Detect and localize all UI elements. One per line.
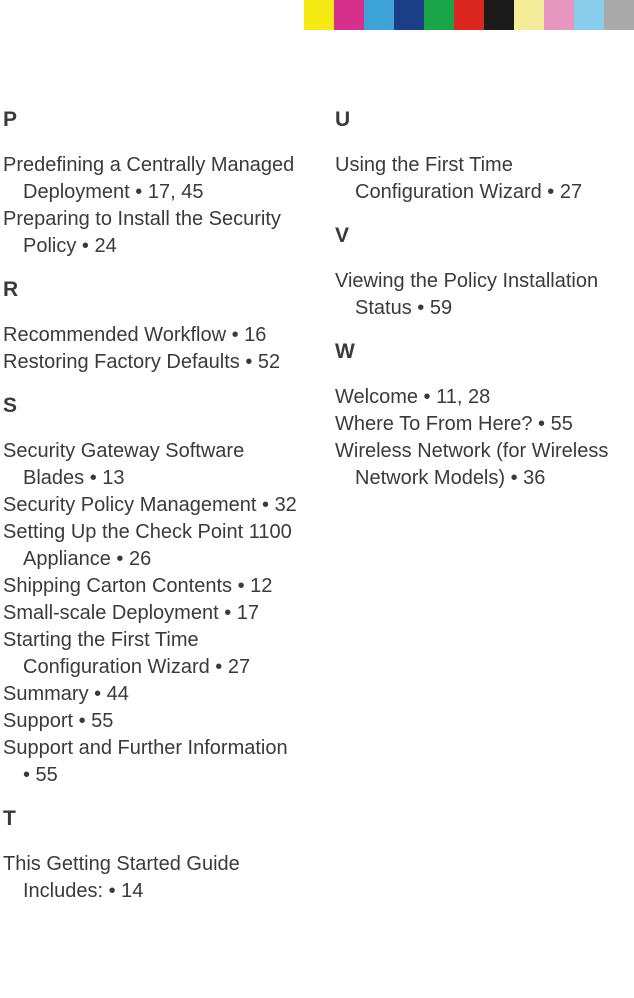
index-entry: Shipping Carton Contents • 12 bbox=[3, 573, 299, 600]
index-letter: T bbox=[3, 807, 299, 831]
index-entry: Welcome • 11, 28 bbox=[335, 384, 631, 411]
index-entry: Predefining a Centrally Managed Deployme… bbox=[3, 152, 299, 206]
index-letter: V bbox=[335, 224, 631, 248]
index-content: P Predefining a Centrally Managed Deploy… bbox=[3, 108, 631, 905]
index-column-left: P Predefining a Centrally Managed Deploy… bbox=[3, 108, 299, 905]
index-entry: This Getting Started Guide Includes: • 1… bbox=[3, 851, 299, 905]
index-entry: Security Policy Management • 32 bbox=[3, 492, 299, 519]
index-entry: Recommended Workflow • 16 bbox=[3, 322, 299, 349]
index-letter: P bbox=[3, 108, 299, 132]
color-registration-bar bbox=[304, 0, 634, 30]
index-entry: Restoring Factory Defaults • 52 bbox=[3, 349, 299, 376]
index-entry: Where To From Here? • 55 bbox=[335, 411, 631, 438]
index-entry: Wireless Network (for Wireless Network M… bbox=[335, 438, 631, 492]
index-entry: Using the First Time Configuration Wizar… bbox=[335, 152, 631, 206]
index-entry: Setting Up the Check Point 1100 Applianc… bbox=[3, 519, 299, 573]
index-entry: Preparing to Install the Security Policy… bbox=[3, 206, 299, 260]
index-letter: U bbox=[335, 108, 631, 132]
index-entry: Summary • 44 bbox=[3, 681, 299, 708]
index-column-right: U Using the First Time Configuration Wiz… bbox=[335, 108, 631, 905]
index-letter: R bbox=[3, 278, 299, 302]
index-entry: Security Gateway Software Blades • 13 bbox=[3, 438, 299, 492]
index-entry: Small-scale Deployment • 17 bbox=[3, 600, 299, 627]
index-entry: Viewing the Policy Installation Status •… bbox=[335, 268, 631, 322]
index-letter: W bbox=[335, 340, 631, 364]
index-entry: Support • 55 bbox=[3, 708, 299, 735]
index-letter: S bbox=[3, 394, 299, 418]
index-entry: Support and Further Information • 55 bbox=[3, 735, 299, 789]
index-entry: Starting the First Time Configuration Wi… bbox=[3, 627, 299, 681]
